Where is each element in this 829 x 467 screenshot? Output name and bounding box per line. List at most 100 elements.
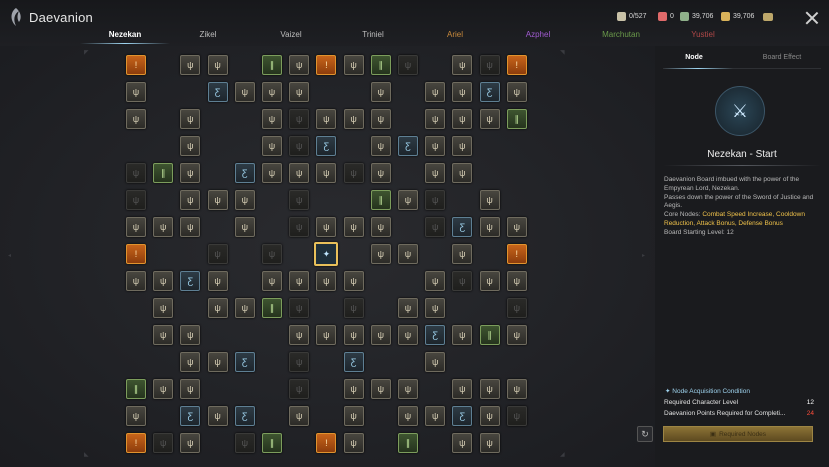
tab-ariel[interactable]: Ariel <box>447 30 463 39</box>
node[interactable]: ψ <box>452 433 473 453</box>
locked-node[interactable]: ψ <box>289 136 310 156</box>
node[interactable]: ψ <box>289 406 310 426</box>
node[interactable]: ψ <box>234 82 255 102</box>
node[interactable]: ψ <box>207 271 228 291</box>
scroll-right-arrow-icon[interactable]: ▸ <box>642 252 645 259</box>
node[interactable]: ψ <box>370 82 391 102</box>
acquire-nodes-button[interactable]: ▣ Required Nodes <box>663 426 813 442</box>
node[interactable]: ψ <box>126 109 146 129</box>
node[interactable]: ψ <box>452 163 473 183</box>
node[interactable]: ψ <box>207 190 228 210</box>
core-node[interactable]: ! <box>506 244 527 264</box>
node[interactable]: ψ <box>289 163 310 183</box>
node[interactable]: ψ <box>289 325 310 345</box>
node[interactable]: ψ <box>289 82 310 102</box>
node[interactable]: ψ <box>479 433 500 453</box>
locked-node[interactable]: ψ <box>289 379 310 399</box>
node[interactable]: ψ <box>506 325 527 345</box>
node[interactable]: ψ <box>370 217 391 237</box>
node[interactable]: ψ <box>126 82 146 102</box>
special-node[interactable]: ∥ <box>370 190 391 210</box>
node[interactable]: ψ <box>370 379 391 399</box>
locked-node[interactable]: ψ <box>425 217 446 237</box>
tab-vaizel[interactable]: Vaizel <box>280 30 301 39</box>
node[interactable]: ψ <box>425 298 446 318</box>
locked-node[interactable]: ψ <box>289 217 310 237</box>
node[interactable]: ψ <box>262 271 282 291</box>
core-node[interactable]: ! <box>316 433 337 453</box>
special-node[interactable]: ∥ <box>262 55 282 75</box>
node[interactable]: ψ <box>316 109 337 129</box>
node[interactable]: ψ <box>452 325 473 345</box>
node[interactable]: ψ <box>126 406 146 426</box>
tab-azphel[interactable]: Azphel <box>526 30 550 39</box>
node[interactable]: ψ <box>425 136 446 156</box>
node[interactable]: ψ <box>180 352 201 372</box>
node[interactable]: ψ <box>479 217 500 237</box>
node[interactable]: ψ <box>425 163 446 183</box>
locked-node[interactable]: ψ <box>506 298 527 318</box>
node[interactable]: ψ <box>153 325 174 345</box>
node[interactable]: ψ <box>425 109 446 129</box>
reset-button[interactable]: ↻ <box>637 426 653 442</box>
node[interactable]: ψ <box>180 433 201 453</box>
core-node[interactable]: ! <box>126 55 146 75</box>
special-node[interactable]: ∥ <box>506 109 527 129</box>
special-node[interactable]: ∥ <box>479 325 500 345</box>
locked-node[interactable]: ψ <box>126 163 146 183</box>
tab-marchutan[interactable]: Marchutan <box>602 30 640 39</box>
node[interactable]: ψ <box>180 163 201 183</box>
skill-node[interactable]: Ƹ <box>207 82 228 102</box>
scroll-left-arrow-icon[interactable]: ◂ <box>8 252 11 259</box>
locked-node[interactable]: ψ <box>289 352 310 372</box>
node[interactable]: ψ <box>180 136 201 156</box>
locked-node[interactable]: ψ <box>343 163 364 183</box>
node[interactable]: ψ <box>180 190 201 210</box>
node[interactable]: ψ <box>289 271 310 291</box>
node[interactable]: ψ <box>343 109 364 129</box>
node[interactable]: ψ <box>153 379 174 399</box>
node[interactable]: ψ <box>370 136 391 156</box>
node[interactable]: ψ <box>180 379 201 399</box>
node[interactable]: ψ <box>425 271 446 291</box>
locked-node[interactable]: ψ <box>289 298 310 318</box>
node[interactable]: ψ <box>370 109 391 129</box>
node[interactable]: ψ <box>452 379 473 399</box>
node[interactable]: ψ <box>506 217 527 237</box>
locked-node[interactable]: ψ <box>343 298 364 318</box>
node[interactable]: ψ <box>343 55 364 75</box>
node[interactable]: ψ <box>452 109 473 129</box>
node[interactable]: ψ <box>316 271 337 291</box>
node[interactable]: ψ <box>425 352 446 372</box>
node[interactable]: ψ <box>425 82 446 102</box>
inventory-bag-icon[interactable] <box>763 13 773 21</box>
special-node[interactable]: ∥ <box>262 433 282 453</box>
core-node[interactable]: ! <box>506 55 527 75</box>
skill-node[interactable]: Ƹ <box>234 406 255 426</box>
locked-node[interactable]: ψ <box>452 271 473 291</box>
node[interactable]: ψ <box>506 379 527 399</box>
skill-node[interactable]: Ƹ <box>452 406 473 426</box>
node[interactable]: ψ <box>452 136 473 156</box>
close-icon[interactable] <box>805 11 819 25</box>
tab-node[interactable]: Node <box>685 54 703 61</box>
node[interactable]: ψ <box>180 55 201 75</box>
node[interactable]: ψ <box>479 406 500 426</box>
special-node[interactable]: ∥ <box>398 433 418 453</box>
tab-nezekan[interactable]: Nezekan <box>109 30 141 39</box>
skill-node[interactable]: Ƹ <box>180 271 201 291</box>
skill-node[interactable]: Ƹ <box>234 163 255 183</box>
node[interactable]: ψ <box>234 298 255 318</box>
node[interactable]: ψ <box>343 433 364 453</box>
node[interactable]: ψ <box>343 406 364 426</box>
node[interactable]: ψ <box>316 217 337 237</box>
node[interactable]: ψ <box>180 217 201 237</box>
locked-node[interactable]: ψ <box>234 433 255 453</box>
node[interactable]: ψ <box>398 244 418 264</box>
node[interactable]: ψ <box>207 55 228 75</box>
node[interactable]: ψ <box>180 109 201 129</box>
node[interactable]: ψ <box>452 55 473 75</box>
node[interactable]: ψ <box>343 379 364 399</box>
node[interactable]: ψ <box>316 163 337 183</box>
node[interactable]: ψ <box>343 325 364 345</box>
